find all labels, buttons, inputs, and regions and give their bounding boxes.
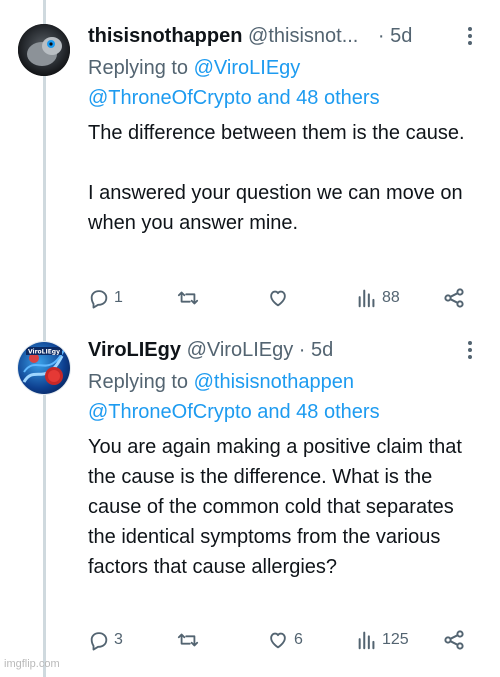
retweet-icon [177, 291, 199, 305]
views-count: 88 [382, 289, 400, 306]
avatar[interactable]: ViroLIEgy [18, 342, 70, 394]
like-button[interactable]: 6 [266, 626, 303, 654]
replying-to: Replying to @thisisnothappen @ThroneOfCr… [88, 367, 460, 427]
avatar-label: ViroLIEgy [28, 349, 60, 356]
reply-mention[interactable]: @ViroLIEgy [194, 57, 301, 79]
heart-icon [270, 290, 286, 307]
reply-button[interactable]: 3 [88, 626, 123, 654]
replying-prefix: Replying to [88, 371, 189, 393]
display-name[interactable]: ViroLIEgy [88, 339, 181, 361]
reply-count: 1 [114, 289, 123, 306]
timestamp[interactable]: 5d [311, 339, 333, 361]
separator: · [377, 25, 385, 47]
reply-others-link[interactable]: @ThroneOfCrypto and 48 others [88, 87, 380, 109]
retweet-button[interactable] [176, 284, 204, 312]
reply-count: 3 [114, 631, 123, 648]
views-icon [358, 289, 375, 308]
watermark: imgflip.com [4, 658, 60, 670]
timestamp[interactable]: 5d [390, 25, 412, 47]
tweet-text: The difference between them is the cause… [88, 122, 465, 234]
tweet-text: You are again making a positive claim th… [88, 436, 468, 578]
reply-icon [90, 290, 108, 309]
avatar[interactable] [18, 24, 70, 76]
views-count: 125 [382, 631, 409, 648]
like-button[interactable] [266, 284, 294, 312]
views-button[interactable]: 125 [356, 626, 409, 654]
user-handle[interactable]: @ViroLIEgy [187, 339, 294, 361]
display-name[interactable]: thisisnothappen [88, 25, 242, 47]
like-count: 6 [294, 631, 303, 648]
views-icon [358, 631, 375, 650]
more-options-icon[interactable] [468, 27, 472, 45]
reply-button[interactable]: 1 [88, 284, 123, 312]
tweet-header: thisisnothappen @thisisnot... · 5d [88, 24, 480, 48]
action-bar: 3 6 125 [88, 626, 480, 654]
tweet-2[interactable]: ViroLIEgy ViroLIEgy @ViroLIEgy · 5d Repl… [0, 330, 500, 660]
share-icon [444, 630, 464, 650]
share-button[interactable] [442, 626, 466, 654]
tweet-1[interactable]: thisisnothappen @thisisnot... · 5d Reply… [0, 0, 500, 330]
share-icon [444, 288, 464, 308]
tweet-header: ViroLIEgy @ViroLIEgy · 5d [88, 338, 480, 362]
user-handle[interactable]: @thisisnot... [248, 25, 358, 47]
reply-mention[interactable]: @thisisnothappen [194, 371, 354, 393]
replying-prefix: Replying to [88, 57, 189, 79]
share-button[interactable] [442, 284, 466, 312]
reply-icon [90, 632, 108, 651]
heart-icon [270, 632, 286, 649]
retweet-icon [177, 633, 199, 647]
more-options-icon[interactable] [468, 341, 472, 359]
separator: · [298, 339, 306, 361]
retweet-button[interactable] [176, 626, 204, 654]
views-button[interactable]: 88 [356, 284, 400, 312]
replying-to: Replying to @ViroLIEgy @ThroneOfCrypto a… [88, 53, 460, 113]
action-bar: 1 88 [88, 284, 480, 312]
reply-others-link[interactable]: @ThroneOfCrypto and 48 others [88, 401, 380, 423]
